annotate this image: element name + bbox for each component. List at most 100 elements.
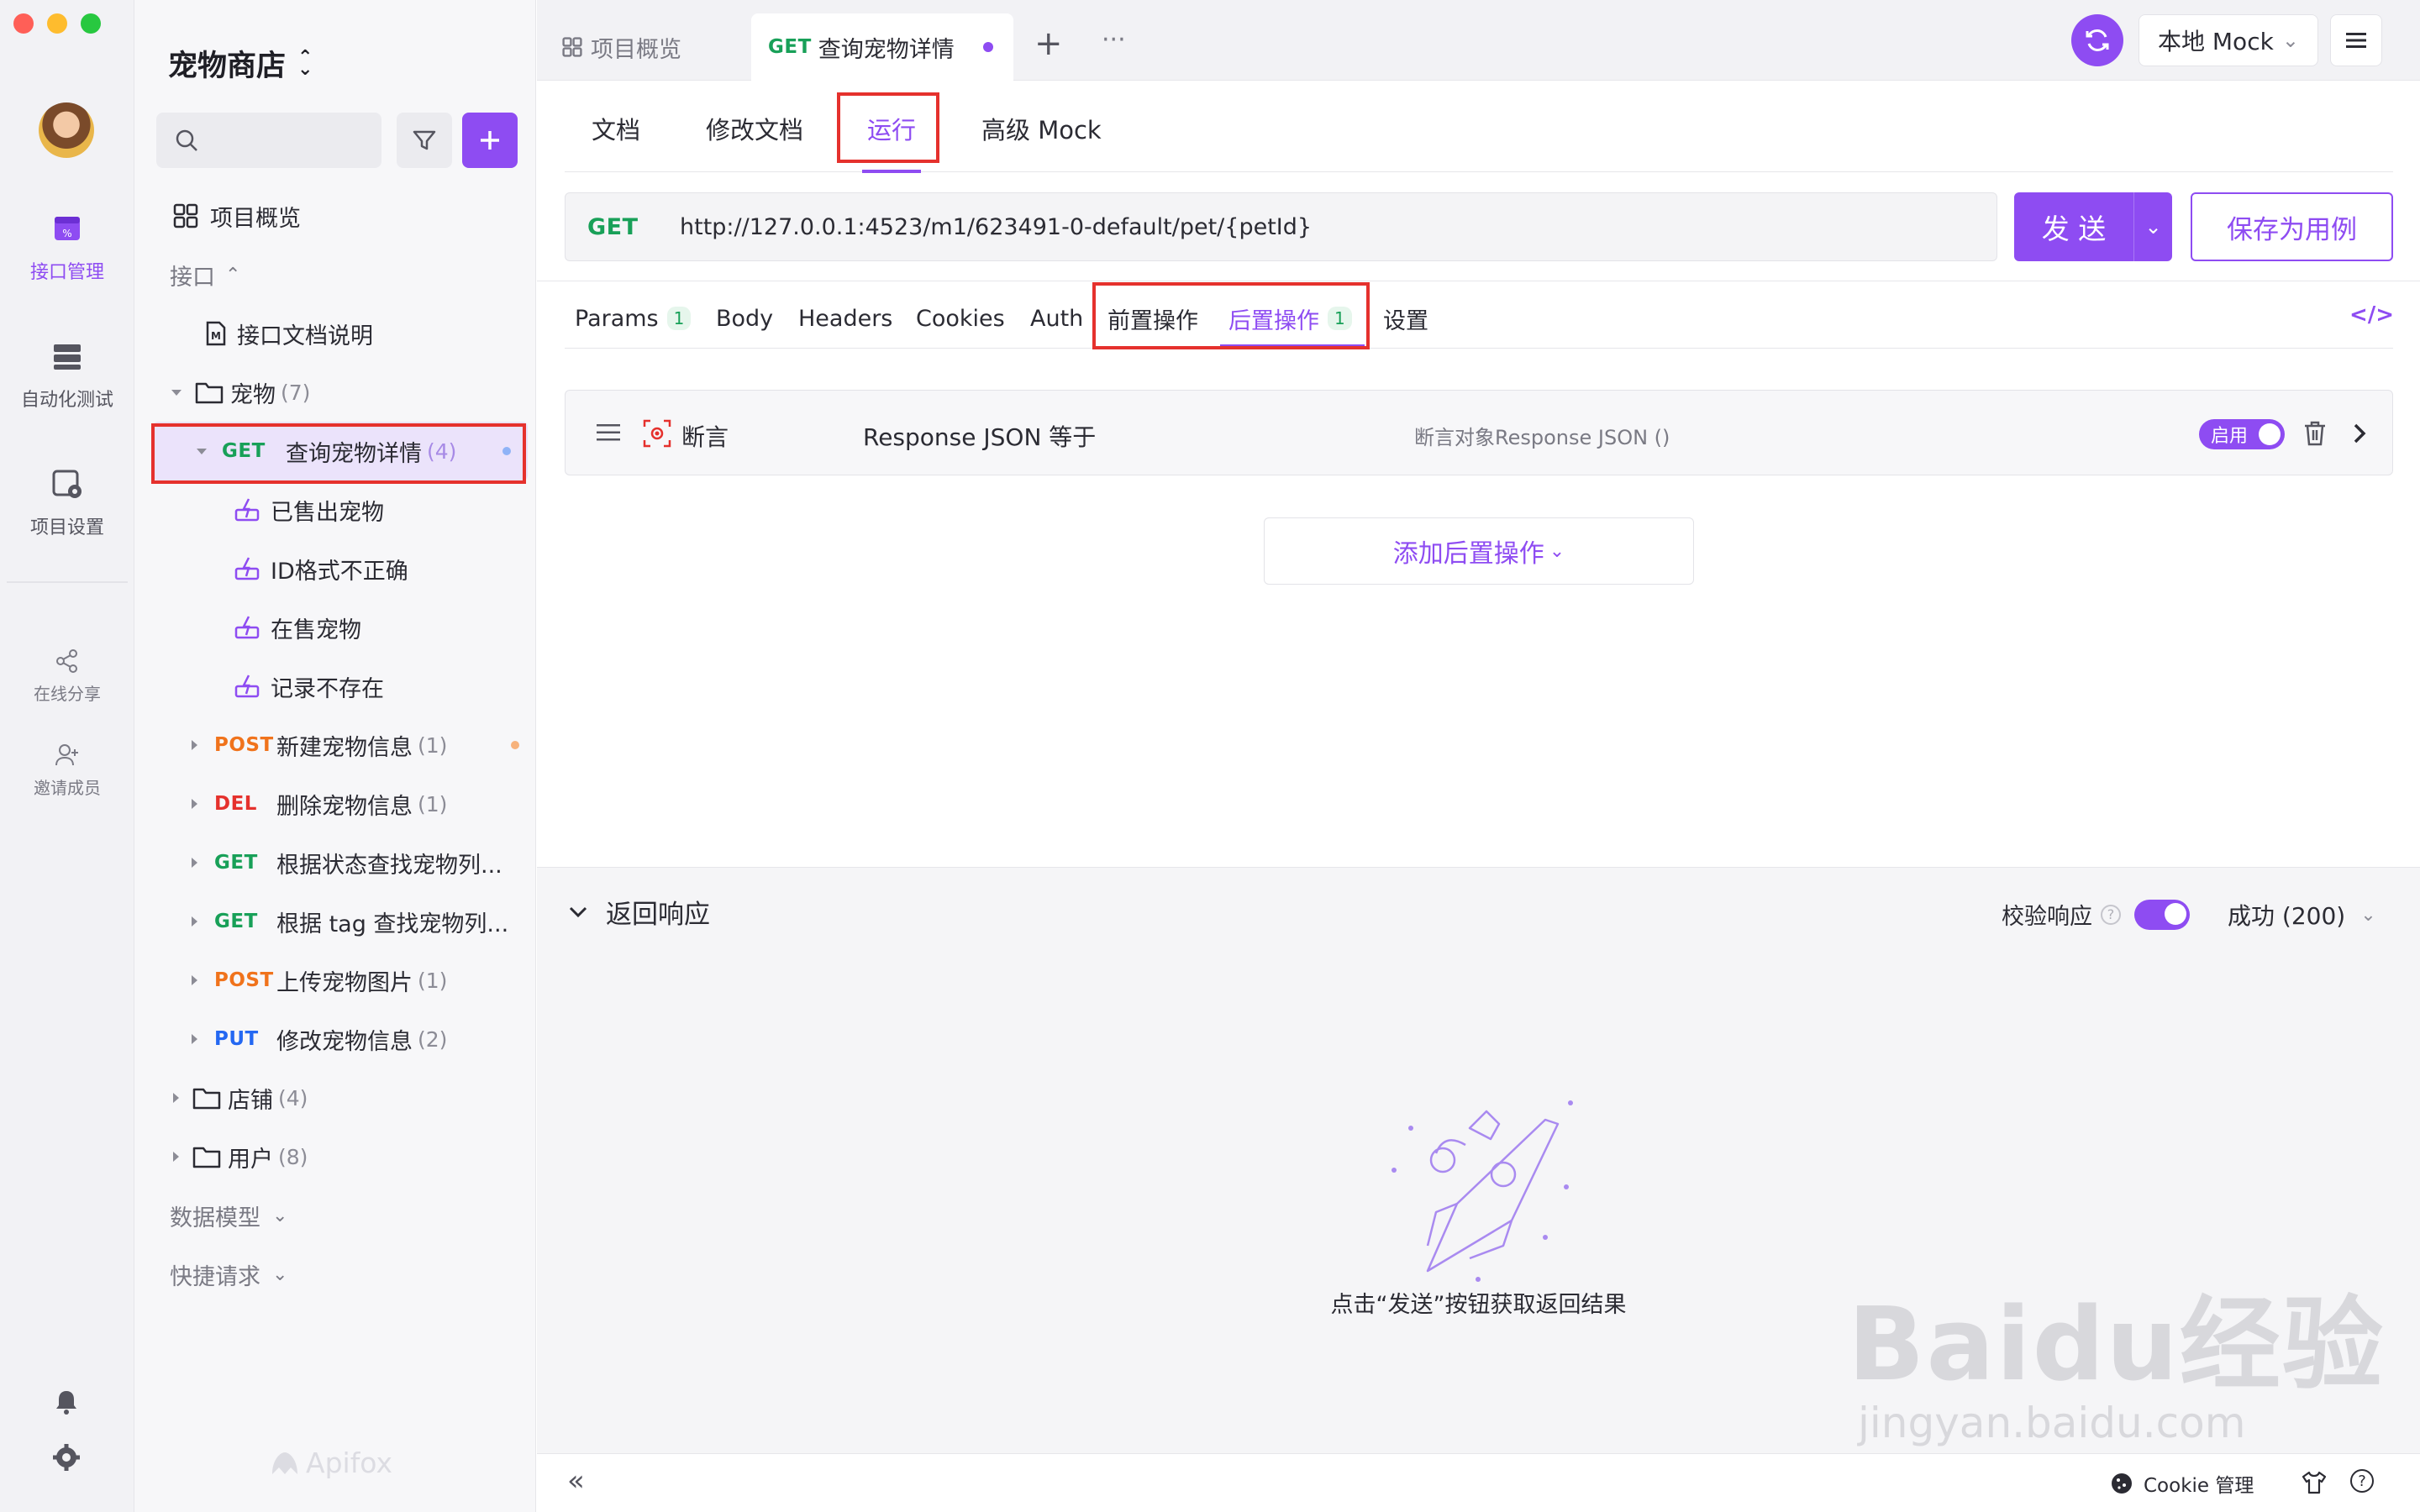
response-status-select[interactable]: 成功 (200) ⌄ xyxy=(2228,898,2376,932)
bell-icon[interactable] xyxy=(52,1388,81,1416)
sidebar-endpoint[interactable]: POST 上传宠物图片 (1) xyxy=(134,951,536,1010)
sidebar-section-quick-request[interactable]: 快捷请求 ⌄ xyxy=(134,1245,536,1304)
folder-label: 用户 xyxy=(228,1146,273,1173)
sidebar-section-data-model[interactable]: 数据模型 ⌄ xyxy=(134,1186,536,1245)
validate-toggle[interactable] xyxy=(2134,899,2190,930)
rail-item-api-management[interactable]: % 接口管理 xyxy=(0,212,134,284)
project-switcher[interactable]: 宠物商店 ⌃ ⌄ xyxy=(168,42,313,85)
rail-item-invite[interactable]: 邀请成员 xyxy=(0,743,134,799)
enable-toggle[interactable]: 启用 xyxy=(2199,419,2285,449)
sidebar-item-api-doc[interactable]: M 接口文档说明 xyxy=(134,304,536,363)
tab-active-endpoint[interactable]: GET 查询宠物详情 xyxy=(751,13,1013,81)
api-tree-sidebar: 宠物商店 ⌃ ⌄ 项目概览 接口 ⌃ M 接口文档说明 宠物 (7) GET 查询… xyxy=(134,0,536,1512)
filter-button[interactable] xyxy=(397,113,452,168)
bottom-status-bar: « Cookie 管理 ? xyxy=(537,1453,2420,1512)
chevron-right-icon[interactable] xyxy=(2352,423,2367,444)
sidebar-endpoint[interactable]: POST 新建宠物信息 (1) xyxy=(134,716,536,774)
sidebar-folder[interactable]: 店铺 (4) xyxy=(134,1068,536,1127)
tab-cookies[interactable]: Cookies xyxy=(916,301,1005,336)
validate-label: 校验响应 xyxy=(2002,904,2092,930)
tab-params[interactable]: Params 1 xyxy=(575,301,692,336)
gear-icon[interactable] xyxy=(52,1443,81,1472)
request-url-input[interactable]: http://127.0.0.1:4523/m1/623491-0-defaul… xyxy=(680,214,1312,240)
sidebar-section-api[interactable]: 接口 ⌃ xyxy=(134,245,536,304)
highlight-box-operations xyxy=(1092,282,1370,349)
chevron-down-icon[interactable]: ⌄ xyxy=(2134,215,2172,239)
folder-label: 店铺 xyxy=(228,1087,273,1114)
menu-button[interactable] xyxy=(2330,14,2382,66)
tab-label: Params xyxy=(575,305,659,332)
response-header[interactable]: 返回响应 xyxy=(569,893,710,931)
sidebar-case[interactable]: 在售宠物 xyxy=(134,598,536,657)
help-icon[interactable]: ? xyxy=(2350,1469,2374,1493)
sidebar-endpoint[interactable]: DEL 删除宠物信息 (1) xyxy=(134,774,536,833)
sidebar-item-label: 接口文档说明 xyxy=(237,323,373,349)
rail-item-share[interactable]: 在线分享 xyxy=(0,648,134,705)
sidebar-endpoint[interactable]: GET 根据 tag 查找宠物列... xyxy=(134,892,536,951)
subtab-edit-doc[interactable]: 修改文档 xyxy=(706,111,803,146)
endpoint-label: 根据 tag 查找宠物列... xyxy=(276,911,509,937)
tab-headers[interactable]: Headers xyxy=(798,301,892,336)
test-case-icon xyxy=(234,498,260,522)
endpoint-label: 上传宠物图片 xyxy=(276,969,413,996)
code-icon: </> xyxy=(2349,302,2395,328)
ellipsis-icon: ··· xyxy=(1102,25,1126,55)
request-url-bar[interactable]: GET http://127.0.0.1:4523/m1/623491-0-de… xyxy=(565,192,1997,261)
shirt-icon[interactable] xyxy=(2302,1471,2327,1494)
subtab-divider xyxy=(565,171,2393,172)
sidebar-item-overview[interactable]: 项目概览 xyxy=(134,186,536,245)
code-snippet-button[interactable]: </> xyxy=(2349,302,2394,328)
collapse-sidebar-icon[interactable]: « xyxy=(567,1464,585,1498)
sidebar-folder[interactable]: 用户 (8) xyxy=(134,1127,536,1186)
sidebar-case[interactable]: 记录不存在 xyxy=(134,657,536,716)
brand-logo: Apifox xyxy=(269,1446,392,1479)
more-tabs-button[interactable]: ··· xyxy=(1102,25,1126,55)
drag-handle-icon[interactable] xyxy=(596,423,621,443)
case-label: 已售出宠物 xyxy=(271,499,384,526)
save-as-case-button[interactable]: 保存为用例 xyxy=(2191,192,2393,261)
search-input[interactable] xyxy=(156,113,381,168)
tab-body[interactable]: Body xyxy=(716,301,773,336)
rail-item-project-settings[interactable]: 项目设置 xyxy=(0,467,134,539)
sidebar-endpoint[interactable]: GET 根据状态查找宠物列... xyxy=(134,833,536,892)
sidebar-case[interactable]: ID格式不正确 xyxy=(134,539,536,598)
toggle-knob xyxy=(2259,423,2281,445)
trash-icon[interactable] xyxy=(2303,421,2327,446)
sidebar-folder-pet[interactable]: 宠物 (7) xyxy=(134,363,536,422)
cookie-manager-button[interactable]: Cookie 管理 xyxy=(2110,1469,2254,1498)
avatar[interactable] xyxy=(39,102,94,158)
request-method-select[interactable]: GET xyxy=(587,214,680,240)
environment-select[interactable]: 本地 Mock ⌄ xyxy=(2139,14,2318,66)
cookie-icon xyxy=(2112,1473,2132,1494)
project-settings-icon xyxy=(52,470,82,498)
button-label: 添加后置操作 xyxy=(1392,539,1544,569)
new-tab-button[interactable]: + xyxy=(1034,27,1063,60)
help-icon[interactable]: ? xyxy=(2101,904,2121,925)
sidebar-case[interactable]: 已售出宠物 xyxy=(134,480,536,539)
post-operation-assertion[interactable]: 断言 Response JSON 等于 断言对象Response JSON ()… xyxy=(565,390,2393,475)
close-window-button[interactable] xyxy=(13,13,34,34)
send-button[interactable]: 发 送 ⌄ xyxy=(2014,192,2172,261)
api-management-icon: % xyxy=(55,217,80,240)
folder-count: (4) xyxy=(278,1085,308,1110)
environment-value: 本地 Mock xyxy=(2158,28,2274,55)
add-button[interactable] xyxy=(462,113,518,168)
subtab-label: 修改文档 xyxy=(706,116,804,144)
rail-item-automation-test[interactable]: 自动化测试 xyxy=(0,339,134,412)
chevron-down-icon: ⌄ xyxy=(1549,540,1565,562)
tab-bar: 项目概览 GET 查询宠物详情 + ··· 本地 Mock ⌄ xyxy=(537,0,2420,81)
rail-item-label: 邀请成员 xyxy=(34,778,101,798)
sidebar-endpoint[interactable]: PUT 修改宠物信息 (2) xyxy=(134,1010,536,1068)
tab-auth[interactable]: Auth xyxy=(1030,301,1083,336)
sync-button[interactable] xyxy=(2071,14,2123,66)
add-post-operation-button[interactable]: 添加后置操作 ⌄ xyxy=(1264,517,1694,585)
tab-overview[interactable]: 项目概览 xyxy=(562,13,681,81)
minimize-window-button[interactable] xyxy=(47,13,67,34)
response-title: 返回响应 xyxy=(606,900,710,930)
zoom-window-button[interactable] xyxy=(81,13,101,34)
sidebar-item-label: 项目概览 xyxy=(210,205,301,232)
subtab-advanced-mock[interactable]: 高级 Mock xyxy=(981,111,1102,146)
subtab-doc[interactable]: 文档 xyxy=(592,111,640,146)
tab-settings[interactable]: 设置 xyxy=(1383,301,1428,336)
caret-right-icon xyxy=(173,1093,179,1103)
